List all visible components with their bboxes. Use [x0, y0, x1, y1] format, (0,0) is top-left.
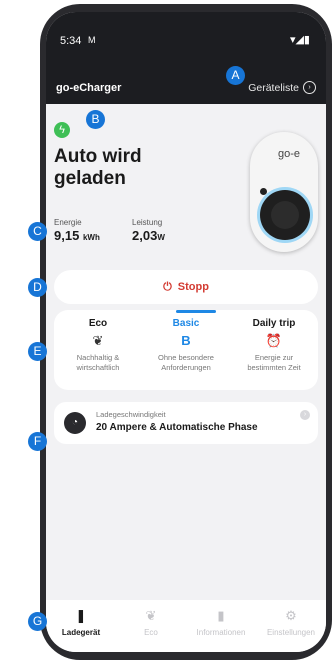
- charger-icon: ❚: [75, 608, 87, 623]
- gmail-icon: M: [88, 35, 96, 45]
- speed-label: Ladegeschwindigkeit: [96, 410, 166, 419]
- speedometer-icon: ◔: [64, 412, 86, 434]
- nav-label: Informationen: [196, 628, 246, 637]
- energy-unit: kWh: [82, 233, 100, 242]
- nav-item-ladegeraet[interactable]: ❚ Ladegerät: [46, 608, 116, 637]
- chevron-right-icon: ›: [300, 410, 310, 420]
- app-title: go-eCharger: [56, 82, 122, 94]
- alarm-clock-icon: ⏰: [265, 333, 283, 348]
- nav-label: Ladegerät: [61, 628, 101, 637]
- leaf-icon: ❦: [92, 333, 104, 348]
- signal-battery-icons: ▾◢▮: [289, 34, 310, 46]
- mode-active-indicator: [176, 310, 216, 313]
- app-screen: 5:34 M ▾◢▮ go-eCharger Geräteliste › ϟ A…: [46, 12, 326, 652]
- mode-basic[interactable]: Basic B Ohne besondere Anforderungen: [142, 318, 230, 373]
- nav-item-einstellungen[interactable]: ⚙ Einstellungen: [256, 608, 326, 637]
- energy-value: 9,15: [54, 228, 80, 243]
- callout-a: A: [226, 66, 245, 85]
- power-metric: Leistung 2,03W: [132, 218, 165, 243]
- charging-status-title: Auto wird geladen: [54, 146, 142, 189]
- lightning-bolt-icon: ϟ: [54, 122, 70, 138]
- charger-logo: go-e: [278, 148, 301, 160]
- charging-speed-card[interactable]: ◔ Ladegeschwindigkeit 20 Ampere & Automa…: [54, 402, 318, 444]
- callout-f: F: [28, 432, 47, 451]
- device-list-label: Geräteliste: [248, 81, 299, 94]
- mode-daily-trip[interactable]: Daily trip ⏰ Energie zur bestimmten Zeit: [230, 318, 318, 373]
- leaf-icon: ❦: [145, 608, 157, 623]
- power-icon: ⏻: [163, 281, 172, 293]
- mode-description: Energie zur bestimmten Zeit: [247, 353, 301, 372]
- status-time: 5:34: [60, 35, 82, 47]
- power-label: Leistung: [132, 218, 163, 227]
- bar-chart-icon: ▮: [217, 608, 225, 623]
- charger-dot: [260, 188, 267, 195]
- mode-eco[interactable]: Eco ❦ Nachhaltig & wirtschaftlich: [54, 318, 142, 373]
- basic-b-icon: B: [181, 333, 191, 348]
- device-list-button[interactable]: Geräteliste ›: [248, 81, 316, 94]
- mode-name: Eco: [88, 318, 108, 329]
- nav-item-eco[interactable]: ❦ Eco: [116, 608, 186, 637]
- arrow-circle-icon: ›: [303, 81, 316, 94]
- charger-image: go-e: [250, 132, 318, 252]
- callout-d: D: [28, 278, 47, 297]
- callout-b: B: [86, 110, 105, 129]
- stop-label: Stopp: [177, 281, 209, 293]
- mode-name: Daily trip: [252, 318, 296, 329]
- power-value: 2,03: [132, 228, 158, 243]
- charging-mode-selector: Eco ❦ Nachhaltig & wirtschaftlich Basic …: [54, 310, 318, 390]
- nav-label: Eco: [144, 628, 158, 637]
- speed-value: 20 Ampere & Automatische Phase: [96, 422, 258, 433]
- callout-g: G: [28, 612, 47, 631]
- nav-item-informationen[interactable]: ▮ Informationen: [186, 608, 256, 637]
- charger-ring: [260, 190, 310, 240]
- callout-e: E: [28, 342, 47, 361]
- mode-description: Nachhaltig & wirtschaftlich: [76, 353, 120, 372]
- energy-label: Energie: [54, 218, 82, 227]
- callout-c: C: [28, 222, 47, 241]
- main-content: ϟ Auto wird geladen Energie 9,15 kWh Lei…: [46, 104, 326, 612]
- bottom-navigation: ❚ Ladegerät ❦ Eco ▮ Informationen ⚙ Eins…: [46, 600, 326, 652]
- energy-metric: Energie 9,15 kWh: [54, 218, 100, 243]
- mode-name: Basic: [172, 318, 200, 329]
- status-bar: 5:34 M ▾◢▮: [46, 12, 326, 60]
- power-unit: W: [157, 233, 165, 242]
- gear-icon: ⚙: [285, 608, 297, 623]
- stop-button[interactable]: ⏻ Stopp: [54, 270, 318, 304]
- app-header: go-eCharger Geräteliste ›: [46, 60, 326, 104]
- nav-label: Einstellungen: [266, 628, 316, 637]
- mode-description: Ohne besondere Anforderungen: [158, 353, 214, 372]
